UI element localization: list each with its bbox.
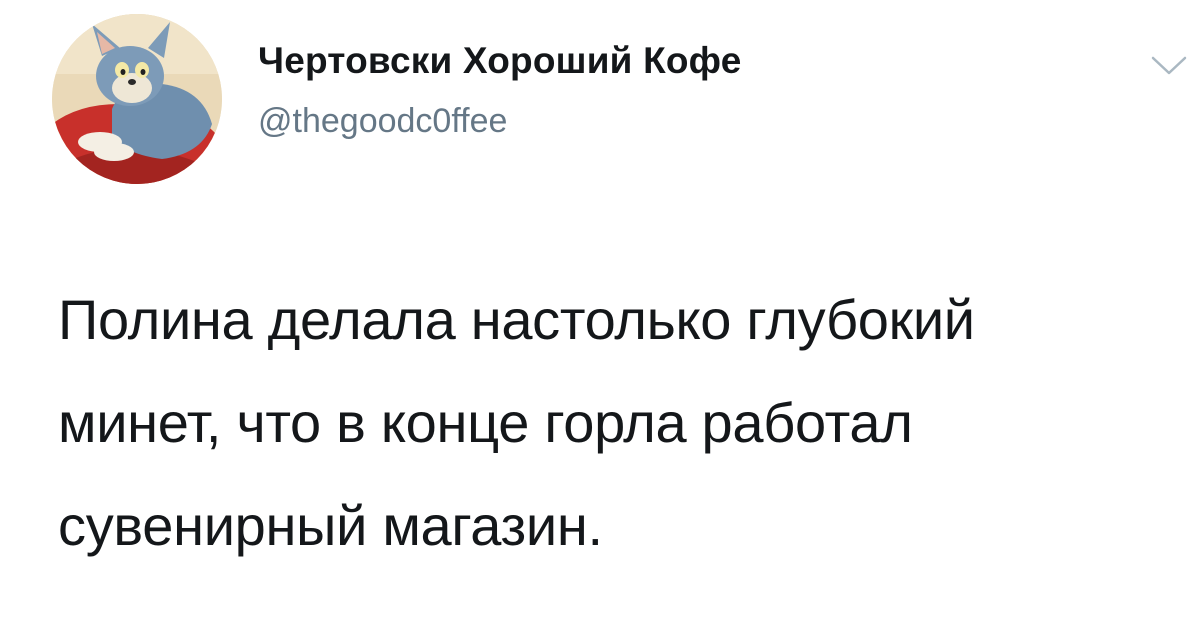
chevron-down-icon — [1151, 56, 1187, 75]
cartoon-cat-avatar-icon — [52, 14, 222, 184]
author-display-name[interactable]: Чертовски Хороший Кофе — [258, 40, 742, 82]
tweet-body-text: Полина делала настолько глубокий минет, … — [58, 288, 975, 557]
author-avatar[interactable] — [52, 14, 222, 184]
author-handle[interactable]: @thegoodc0ffee — [258, 102, 507, 141]
tweet-card: Чертовски Хороший Кофе @thegoodc0ffee По… — [0, 0, 1200, 623]
tweet-menu-button[interactable] — [1150, 54, 1188, 78]
